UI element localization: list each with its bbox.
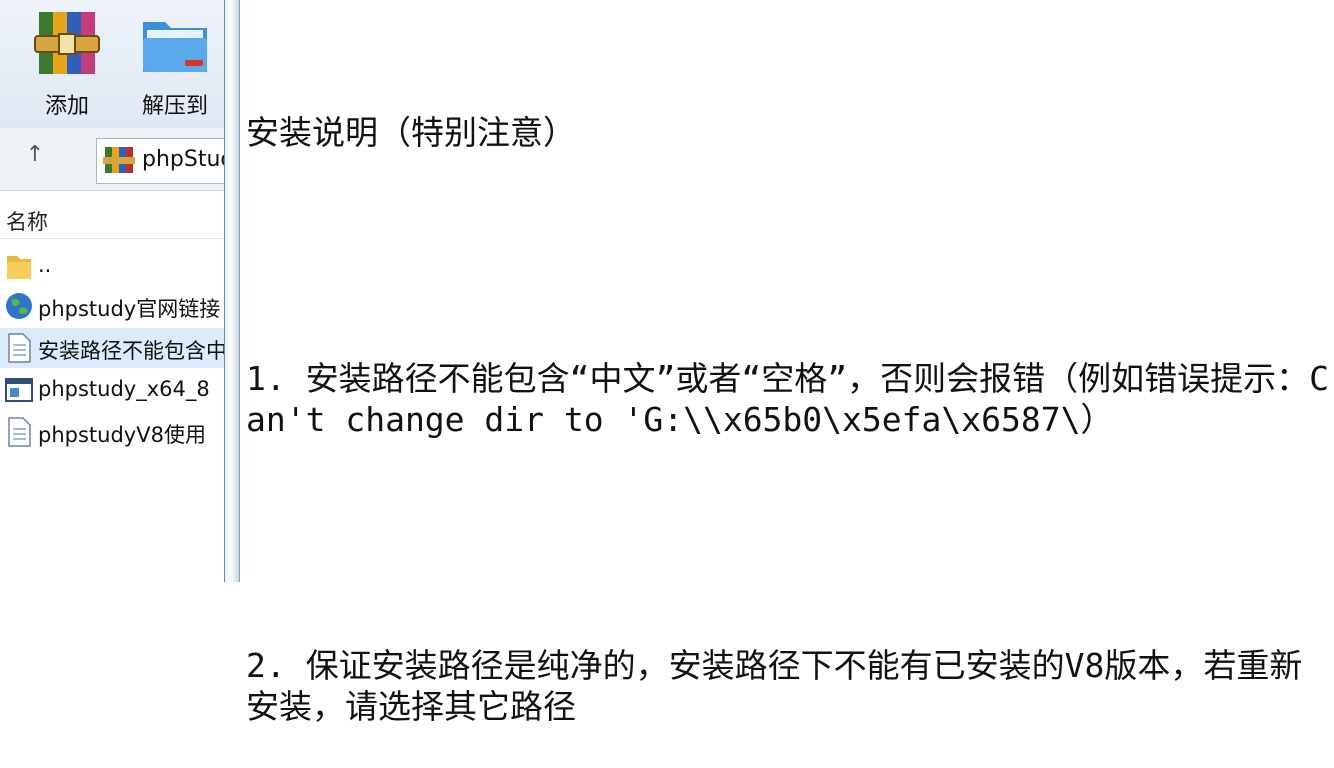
list-item-name: phpstudy官网链接 [38,297,221,321]
text-file-icon [8,417,31,447]
extract-folder-icon [143,22,207,72]
add-button-label: 添加 [44,94,89,119]
winrar-archive-icon [103,147,135,173]
folder-icon [7,256,31,279]
add-button[interactable]: 添加 [22,8,112,120]
extract-to-button-label: 解压到 [141,94,208,119]
document-paragraph-1: 1. 安装路径不能包含“中文”或者“空格”，否则会报错（例如错误提示：Can't… [246,359,1329,439]
document-title: 安装说明（特别注意） [246,113,576,152]
address-path-field[interactable]: phpStudy [96,138,224,184]
list-item[interactable]: phpstudy_x64_8 [0,370,224,410]
installer-icon [5,378,33,402]
list-item[interactable]: .. [0,246,224,286]
list-item-name: phpstudy_x64_8 [38,377,210,401]
window-border [224,0,240,582]
toolbar: 添加 解压到 [0,0,224,129]
list-item[interactable]: phpstudyV8使用 [0,412,224,452]
extract-to-button[interactable]: 解压到 [130,8,220,120]
web-link-icon [6,293,32,319]
text-file-icon [8,333,31,363]
archive-explorer-pane: 添加 解压到 ↑ phpStudy 名称 . [0,0,225,582]
up-arrow-icon[interactable]: ↑ [20,142,50,167]
winrar-add-icon [34,12,100,74]
column-header-label: 名称 [6,210,48,234]
text-document[interactable]: 安装说明（特别注意） 1. 安装路径不能包含“中文”或者“空格”，否则会报错（例… [246,30,1331,726]
address-path-text: phpStudy [142,147,224,172]
list-item[interactable]: phpstudy官网链接 [0,286,224,326]
list-item-name: 安装路径不能包含中文 [38,339,225,363]
document-paragraph-2: 2. 保证安装路径是纯净的，安装路径下不能有已安装的V8版本，若重新安装，请选择… [246,646,1303,726]
list-item-selected[interactable]: 安装路径不能包含中文 [0,328,225,368]
column-header-name[interactable]: 名称 [0,200,224,239]
list-item-name: .. [38,253,52,277]
list-item-name: phpstudyV8使用 [38,423,206,447]
